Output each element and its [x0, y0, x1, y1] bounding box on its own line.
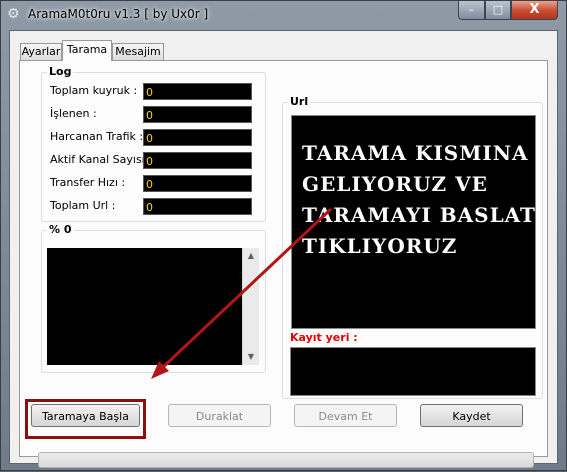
progress-bar — [38, 452, 534, 468]
stat-value-islenen: 0 — [143, 106, 252, 123]
close-button[interactable]: X — [511, 1, 558, 20]
taramaya-basla-button[interactable]: Taramaya Başla — [31, 404, 140, 427]
progress-group: % 0 ▲ ▼ — [41, 223, 266, 373]
tab-mesajim[interactable]: Mesajim — [112, 43, 164, 60]
annotation-text: TARAMA KISMINA GELIYORUZ VE TARAMAYI BAS… — [302, 141, 536, 258]
title-bar[interactable]: ⚙ AramaM0t0ru v1.3 [ by Ux0r ] – □ X — [1, 1, 566, 29]
stat-label-toplam-kuyruk: Toplam kuyruk : — [50, 84, 138, 97]
vertical-scrollbar[interactable]: ▲ ▼ — [242, 248, 259, 365]
kayit-yeri-label: Kayıt yeri : — [290, 331, 358, 344]
tab-tarama[interactable]: Tarama — [62, 40, 112, 61]
tarama-tab-panel: Log Toplam kuyruk : 0 İşlenen : 0 Harcan… — [19, 60, 548, 468]
duraklat-button[interactable]: Duraklat — [168, 404, 271, 427]
stat-label-transfer-hizi: Transfer Hızı : — [50, 176, 126, 189]
stat-value-toplam-kuyruk: 0 — [143, 83, 252, 100]
maximize-button[interactable]: □ — [485, 1, 511, 20]
stat-value-toplam-url: 0 — [143, 198, 252, 215]
app-window: ⚙ AramaM0t0ru v1.3 [ by Ux0r ] – □ X Aya… — [0, 0, 567, 471]
stat-label-harcanan-trafik: Harcanan Trafik : — [50, 130, 144, 143]
kaydet-button[interactable]: Kaydet — [420, 404, 523, 427]
stat-label-toplam-url: Toplam Url : — [50, 199, 116, 212]
url-output-box[interactable]: TARAMA KISMINA GELIYORUZ VE TARAMAYI BAS… — [291, 115, 536, 329]
stat-label-islenen: İşlenen : — [50, 107, 97, 120]
tab-ayarlar[interactable]: Ayarlar — [20, 43, 62, 60]
kayit-yeri-field[interactable] — [290, 347, 536, 396]
stat-label-aktif-kanal: Aktif Kanal Sayısı : — [50, 153, 152, 166]
log-legend: Log — [47, 65, 74, 78]
scroll-up-icon[interactable]: ▲ — [243, 248, 259, 264]
progress-legend: % 0 — [47, 223, 74, 236]
url-legend: Url — [288, 95, 311, 108]
minimize-button[interactable]: – — [458, 1, 485, 20]
stat-value-aktif-kanal: 0 — [143, 152, 252, 169]
window-title: AramaM0t0ru v1.3 [ by Ux0r ] — [28, 7, 209, 21]
log-group: Log Toplam kuyruk : 0 İşlenen : 0 Harcan… — [41, 65, 266, 222]
client-area: Ayarlar Tarama Mesajim Log Toplam kuyruk… — [9, 30, 558, 468]
progress-output-box[interactable] — [47, 248, 242, 365]
stat-value-transfer-hizi: 0 — [143, 175, 252, 192]
gear-icon: ⚙ — [7, 6, 20, 22]
scroll-down-icon[interactable]: ▼ — [243, 349, 259, 365]
url-group: Url TARAMA KISMINA GELIYORUZ VE TARAMAYI… — [282, 95, 543, 399]
devam-et-button[interactable]: Devam Et — [294, 404, 397, 427]
stat-value-harcanan-trafik: 0 — [143, 129, 252, 146]
